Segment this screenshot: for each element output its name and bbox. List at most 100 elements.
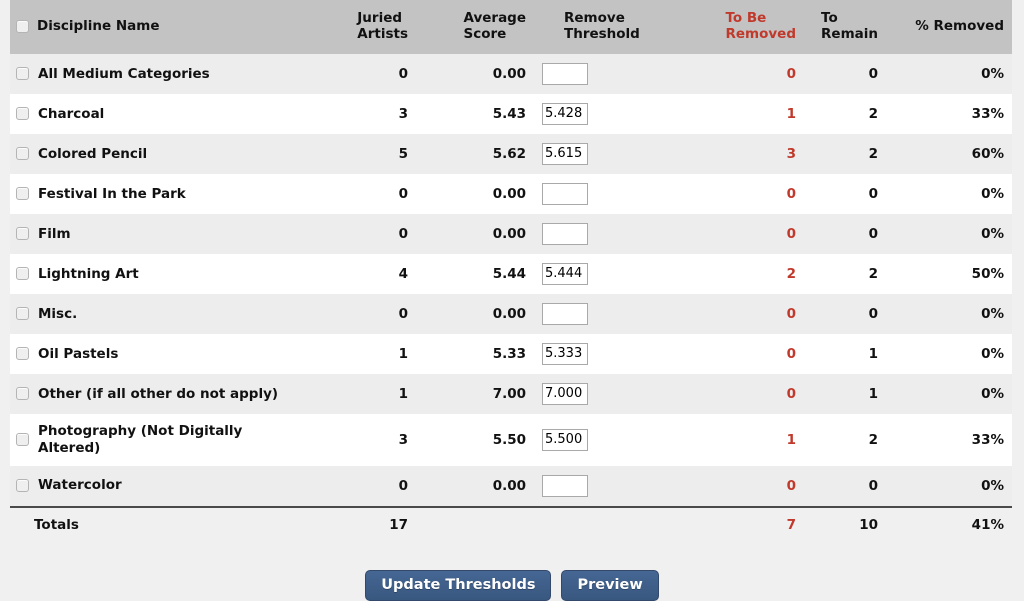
cell-remove-threshold	[534, 413, 686, 466]
remove-threshold-input[interactable]	[542, 382, 588, 405]
table-row: Photography (Not Digitally Altered) 3 5.50…	[10, 413, 1012, 466]
cell-average-score: 0.00	[416, 465, 534, 507]
cell-percent-removed: 0%	[886, 173, 1012, 214]
row-select-checkbox[interactable]	[16, 387, 29, 401]
select-all-checkbox[interactable]	[16, 19, 29, 33]
cell-percent-removed: 0%	[886, 293, 1012, 334]
cell-average-score: 5.44	[416, 253, 534, 294]
remove-threshold-input[interactable]	[542, 102, 588, 125]
row-select-checkbox[interactable]	[16, 479, 29, 493]
cell-juried-artists: 0	[306, 465, 416, 507]
cell-remove-threshold	[534, 333, 686, 374]
cell-discipline-name: Watercolor	[10, 465, 306, 507]
cell-discipline-name: Lightning Art	[10, 253, 306, 294]
column-header-percent-removed: % Removed	[886, 0, 1012, 54]
column-header-juried-artists-line1: Juried	[357, 10, 403, 26]
cell-percent-removed: 33%	[886, 413, 1012, 466]
cell-percent-removed: 0%	[886, 53, 1012, 94]
row-select-checkbox[interactable]	[16, 433, 29, 447]
cell-average-score: 5.43	[416, 93, 534, 134]
row-select-checkbox[interactable]	[16, 267, 29, 281]
cell-discipline-name: Charcoal	[10, 93, 306, 134]
table-row: Festival In the Park 0 0.00 0 0 0%	[10, 173, 1012, 214]
discipline-name-label: Photography (Not Digitally Altered)	[38, 422, 243, 456]
remove-threshold-input[interactable]	[542, 428, 588, 451]
cell-to-be-removed: 0	[686, 333, 804, 374]
cell-percent-removed: 0%	[886, 373, 1012, 414]
cell-totals-percent-removed: 41%	[886, 505, 1012, 544]
remove-threshold-input[interactable]	[542, 222, 588, 245]
cell-juried-artists: 3	[306, 413, 416, 466]
cell-to-remain: 0	[804, 465, 886, 507]
table-header: Discipline Name Juried Artists Average S…	[10, 0, 1012, 54]
cell-remove-threshold	[534, 173, 686, 214]
cell-remove-threshold	[534, 293, 686, 334]
discipline-name-label: Festival In the Park	[38, 185, 186, 202]
totals-row: Totals 17 7 10 41%	[10, 505, 1012, 544]
remove-threshold-input[interactable]	[542, 342, 588, 365]
remove-threshold-input[interactable]	[542, 474, 588, 497]
discipline-name-label: Misc.	[38, 305, 78, 322]
cell-to-remain: 1	[804, 373, 886, 414]
cell-juried-artists: 0	[306, 293, 416, 334]
table-row: Charcoal 35.43 1233%	[10, 93, 1012, 134]
discipline-name-label: Film	[38, 225, 71, 242]
preview-button[interactable]: Preview	[561, 569, 659, 601]
row-select-checkbox[interactable]	[16, 307, 29, 321]
column-header-remove-threshold-line2: Threshold	[564, 26, 640, 43]
column-header-average-score: Average Score	[416, 0, 534, 54]
row-select-checkbox[interactable]	[16, 227, 29, 241]
cell-remove-threshold	[534, 253, 686, 294]
discipline-name-label: Oil Pastels	[38, 345, 119, 362]
action-button-bar: Update Thresholds Preview	[0, 569, 1024, 601]
cell-to-remain: 0	[804, 53, 886, 94]
row-select-checkbox[interactable]	[16, 67, 29, 81]
table-row: Colored Pencil 55.62 3260%	[10, 133, 1012, 174]
table-row: Misc. 0 0.00 0 0 0%	[10, 293, 1012, 334]
cell-to-be-removed: 0	[686, 373, 804, 414]
cell-juried-artists: 1	[306, 373, 416, 414]
cell-discipline-name: Festival In the Park	[10, 173, 306, 214]
cell-juried-artists: 0	[306, 53, 416, 94]
cell-percent-removed: 0%	[886, 333, 1012, 374]
cell-average-score: 0.00	[416, 53, 534, 94]
cell-remove-threshold	[534, 465, 686, 507]
remove-threshold-input[interactable]	[542, 182, 588, 205]
threshold-management-page: Discipline Name Juried Artists Average S…	[0, 0, 1024, 601]
row-select-checkbox[interactable]	[16, 107, 29, 121]
table-body: All Medium Categories 0 0.00 0 0 0% Charcoal 3 5…	[10, 53, 1012, 544]
table-row: Film 0 0.00 0 0 0%	[10, 213, 1012, 254]
cell-percent-removed: 33%	[886, 93, 1012, 134]
column-header-to-remain-line2: Remain	[821, 26, 878, 43]
column-header-discipline-name: Discipline Name	[10, 0, 306, 54]
cell-percent-removed: 0%	[886, 213, 1012, 254]
row-select-checkbox[interactable]	[16, 147, 29, 161]
discipline-name-label: Other (if all other do not apply)	[38, 385, 279, 402]
update-thresholds-button[interactable]: Update Thresholds	[365, 569, 552, 601]
column-header-discipline-name-label: Discipline Name	[37, 18, 160, 35]
column-header-percent-removed-label: % Removed	[915, 18, 1004, 35]
table-row: Other (if all other do not apply)17.0001…	[10, 373, 1012, 414]
cell-to-remain: 0	[804, 173, 886, 214]
cell-discipline-name: Film	[10, 213, 306, 254]
cell-to-be-removed: 0	[686, 53, 804, 94]
cell-to-be-removed: 0	[686, 293, 804, 334]
row-select-checkbox[interactable]	[16, 187, 29, 201]
cell-average-score: 5.33	[416, 333, 534, 374]
remove-threshold-input[interactable]	[542, 142, 588, 165]
column-header-to-be-removed-line2: Removed	[725, 26, 796, 43]
cell-totals-average-score	[416, 505, 534, 544]
remove-threshold-input[interactable]	[542, 302, 588, 325]
cell-average-score: 7.00	[416, 373, 534, 414]
cell-to-be-removed: 0	[686, 173, 804, 214]
remove-threshold-input[interactable]	[542, 62, 588, 85]
row-select-checkbox[interactable]	[16, 347, 29, 361]
cell-discipline-name: Oil Pastels	[10, 333, 306, 374]
remove-threshold-input[interactable]	[542, 262, 588, 285]
cell-juried-artists: 3	[306, 93, 416, 134]
column-header-juried-artists: Juried Artists	[306, 0, 416, 54]
cell-totals-to-be-removed: 7	[686, 505, 804, 544]
cell-juried-artists: 0	[306, 213, 416, 254]
cell-average-score: 0.00	[416, 173, 534, 214]
cell-discipline-name: All Medium Categories	[10, 53, 306, 94]
